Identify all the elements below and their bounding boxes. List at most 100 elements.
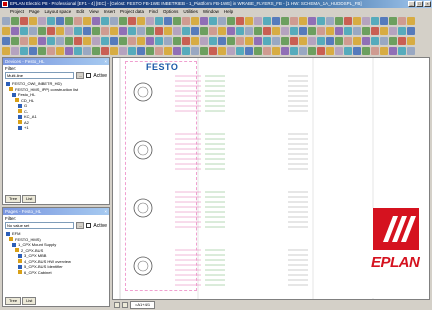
toolbar-button-icon[interactable] [353, 47, 361, 55]
menu-item-layout-space[interactable]: Layout space [45, 8, 72, 15]
toolbar-button-icon[interactable] [74, 17, 82, 25]
close-icon[interactable]: × [104, 208, 107, 215]
toolbar-button-icon[interactable] [11, 37, 19, 45]
pages-active-checkbox[interactable] [86, 223, 92, 228]
toolbar-button-icon[interactable] [326, 17, 334, 25]
toolbar-button-icon[interactable] [110, 17, 118, 25]
toolbar-button-icon[interactable] [29, 27, 37, 35]
toolbar-button-icon[interactable] [182, 37, 190, 45]
toolbar-button-icon[interactable] [245, 27, 253, 35]
toolbar-button-icon[interactable] [155, 27, 163, 35]
toolbar-button-icon[interactable] [263, 47, 271, 55]
prev-sheet-button[interactable] [114, 302, 120, 308]
menu-item-help[interactable]: Help [224, 8, 233, 15]
toolbar-button-icon[interactable] [344, 27, 352, 35]
toolbar-button-icon[interactable] [281, 27, 289, 35]
toolbar-button-icon[interactable] [362, 47, 370, 55]
toolbar-button-icon[interactable] [38, 17, 46, 25]
toolbar-button-icon[interactable] [47, 27, 55, 35]
toolbar-button-icon[interactable] [308, 47, 316, 55]
toolbar-button-icon[interactable] [380, 17, 388, 25]
toolbar-button-icon[interactable] [290, 17, 298, 25]
toolbar-button-icon[interactable] [218, 17, 226, 25]
toolbar-button-icon[interactable] [119, 37, 127, 45]
toolbar-button-icon[interactable] [155, 47, 163, 55]
toolbar-button-icon[interactable] [20, 37, 28, 45]
toolbar-button-icon[interactable] [47, 17, 55, 25]
toolbar-button-icon[interactable] [137, 17, 145, 25]
toolbar-button-icon[interactable] [326, 27, 334, 35]
toolbar-button-icon[interactable] [56, 47, 64, 55]
toolbar-button-icon[interactable] [371, 37, 379, 45]
toolbar-button-icon[interactable] [353, 37, 361, 45]
toolbar-button-icon[interactable] [164, 17, 172, 25]
menu-item-options[interactable]: Options [163, 8, 179, 15]
toolbar-button-icon[interactable] [83, 27, 91, 35]
toolbar-button-icon[interactable] [38, 27, 46, 35]
menu-item-utilities[interactable]: Utilities [183, 8, 198, 15]
toolbar-button-icon[interactable] [173, 27, 181, 35]
toolbar-button-icon[interactable] [119, 17, 127, 25]
toolbar-button-icon[interactable] [200, 17, 208, 25]
toolbar-button-icon[interactable] [146, 17, 154, 25]
toolbar-button-icon[interactable] [371, 27, 379, 35]
toolbar-button-icon[interactable] [200, 47, 208, 55]
toolbar-button-icon[interactable] [164, 47, 172, 55]
toolbar-button-icon[interactable] [200, 27, 208, 35]
toolbar-button-icon[interactable] [245, 17, 253, 25]
toolbar-button-icon[interactable] [92, 37, 100, 45]
toolbar-button-icon[interactable] [308, 17, 316, 25]
toolbar-button-icon[interactable] [56, 27, 64, 35]
devices-filter-button[interactable]: ... [76, 72, 85, 79]
toolbar-button-icon[interactable] [56, 37, 64, 45]
toolbar-button-icon[interactable] [182, 17, 190, 25]
toolbar-button-icon[interactable] [146, 27, 154, 35]
toolbar-button-icon[interactable] [209, 27, 217, 35]
toolbar-button-icon[interactable] [317, 27, 325, 35]
toolbar-button-icon[interactable] [380, 37, 388, 45]
toolbar-button-icon[interactable] [344, 17, 352, 25]
toolbar-button-icon[interactable] [74, 47, 82, 55]
toolbar-button-icon[interactable] [74, 27, 82, 35]
toolbar-button-icon[interactable] [299, 17, 307, 25]
toolbar-button-icon[interactable] [263, 37, 271, 45]
toolbar-button-icon[interactable] [371, 47, 379, 55]
toolbar-button-icon[interactable] [110, 47, 118, 55]
toolbar-button-icon[interactable] [83, 47, 91, 55]
toolbar-button-icon[interactable] [119, 27, 127, 35]
toolbar-button-icon[interactable] [389, 37, 397, 45]
tab-list[interactable]: List [22, 195, 37, 203]
toolbar-button-icon[interactable] [92, 17, 100, 25]
menu-item-project[interactable]: Project [10, 8, 24, 15]
menu-item-find[interactable]: Find [149, 8, 158, 15]
toolbar-button-icon[interactable] [236, 17, 244, 25]
toolbar-button-icon[interactable] [227, 17, 235, 25]
toolbar-button-icon[interactable] [245, 47, 253, 55]
toolbar-button-icon[interactable] [353, 17, 361, 25]
toolbar-button-icon[interactable] [389, 47, 397, 55]
toolbar-button-icon[interactable] [101, 37, 109, 45]
devices-active-checkbox[interactable] [86, 73, 92, 78]
toolbar-button-icon[interactable] [227, 37, 235, 45]
toolbar-button-icon[interactable] [47, 47, 55, 55]
toolbar-button-icon[interactable] [155, 17, 163, 25]
toolbar-button-icon[interactable] [101, 27, 109, 35]
toolbar-button-icon[interactable] [65, 17, 73, 25]
maximize-button[interactable]: □ [416, 1, 423, 7]
toolbar-button-icon[interactable] [173, 37, 181, 45]
toolbar-button-icon[interactable] [344, 47, 352, 55]
toolbar-button-icon[interactable] [164, 37, 172, 45]
tab-list[interactable]: List [22, 297, 37, 305]
toolbar-button-icon[interactable] [209, 37, 217, 45]
toolbar-button-icon[interactable] [398, 37, 406, 45]
toolbar-button-icon[interactable] [272, 27, 280, 35]
toolbar-button-icon[interactable] [137, 37, 145, 45]
toolbar-button-icon[interactable] [227, 47, 235, 55]
toolbar-button-icon[interactable] [335, 47, 343, 55]
toolbar-button-icon[interactable] [389, 27, 397, 35]
toolbar-button-icon[interactable] [290, 37, 298, 45]
toolbar-button-icon[interactable] [209, 47, 217, 55]
toolbar-button-icon[interactable] [398, 27, 406, 35]
toolbar-button-icon[interactable] [236, 37, 244, 45]
toolbar-button-icon[interactable] [281, 47, 289, 55]
